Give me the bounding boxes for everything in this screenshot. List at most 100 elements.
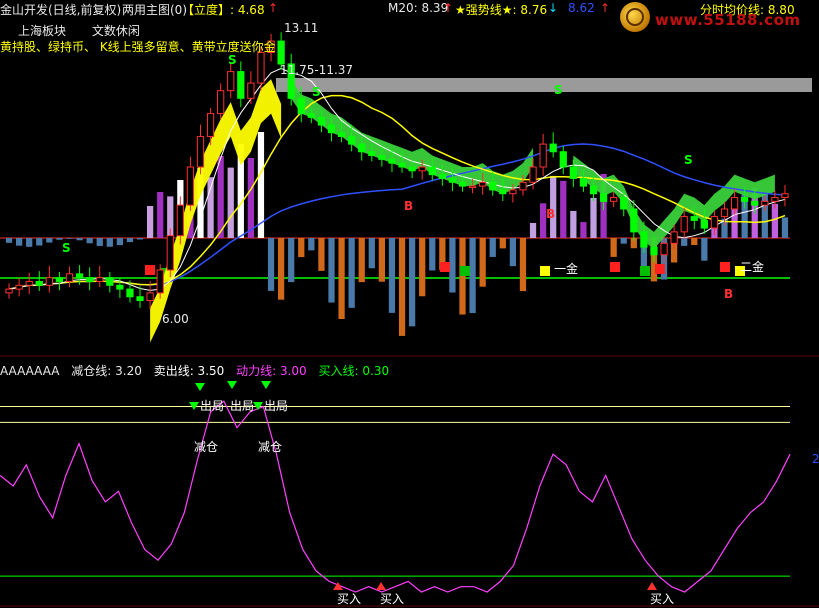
candle-body — [458, 181, 467, 187]
brand-logo-ring — [626, 8, 644, 26]
candle-body — [438, 174, 446, 179]
signal-block — [610, 262, 620, 272]
candle-body — [388, 158, 396, 164]
candle-body — [25, 280, 33, 286]
signal-block — [145, 265, 155, 275]
candle-body — [86, 277, 94, 282]
buy-line-value: 买入线: 0.30 — [318, 364, 390, 378]
histogram-bar — [157, 192, 164, 238]
histogram-bar — [338, 238, 345, 319]
candle-body — [75, 273, 84, 279]
chart-title: 金山开发(日线,前复权) — [0, 3, 122, 17]
histogram-bar — [318, 238, 325, 271]
candle-body — [700, 219, 708, 229]
candle-body — [378, 155, 386, 160]
legend-sector: 上海板块 — [18, 24, 67, 38]
histogram-bar — [5, 238, 13, 243]
candle-body — [418, 166, 426, 172]
histogram-bar — [408, 238, 416, 327]
histogram-bar — [449, 238, 456, 293]
candle-body — [227, 71, 235, 92]
one-gold-label: 一金 — [554, 262, 579, 276]
price-high-label: 13.11 — [284, 21, 319, 35]
candle-body — [640, 231, 648, 248]
candle-body — [257, 52, 265, 84]
buy-marker: B — [724, 287, 733, 301]
buy-marker: B — [404, 199, 413, 213]
candle-body — [35, 280, 43, 286]
candle-body — [539, 143, 547, 168]
candle-body — [358, 143, 366, 153]
candle-body — [196, 135, 205, 168]
candle-body — [559, 151, 567, 168]
candle-body — [106, 277, 114, 286]
histogram-bar — [146, 206, 154, 238]
candle-body — [569, 166, 577, 179]
candle-body — [428, 166, 436, 176]
candle-body — [237, 71, 245, 99]
lower-panel-header: AAAAAAA 减仓线: 3.20 卖出线: 3.50 动力线: 3.00 买入… — [0, 362, 397, 379]
resistance-zone — [276, 78, 812, 92]
legend-row-1: 上海板块 文数休闲 — [18, 22, 162, 39]
candle-body — [509, 189, 517, 195]
up-arrow-icon: ↑ — [443, 1, 454, 15]
histogram-bar — [26, 238, 33, 247]
indicator-value: 【立度】: 4.68 — [182, 3, 265, 17]
candle-body — [610, 197, 618, 202]
histogram-bar — [570, 210, 577, 238]
sell-marker: S — [228, 53, 237, 67]
histogram-bar — [358, 238, 365, 283]
website-watermark: www.55188.com — [655, 11, 801, 29]
candle-body — [65, 273, 74, 282]
candle-body — [217, 90, 225, 115]
sell-line-value: 卖出线: 3.50 — [153, 364, 225, 378]
candle-body — [660, 242, 668, 256]
histogram-bar — [610, 238, 617, 257]
candle-body — [45, 277, 53, 286]
candle-body — [579, 177, 588, 187]
signal-block — [540, 266, 550, 276]
histogram-bar — [580, 222, 587, 238]
candle-body — [146, 292, 154, 302]
price-zone-label: 11.75-11.37 — [280, 63, 354, 77]
sell-marker: S — [62, 241, 71, 255]
candle-body — [781, 193, 789, 199]
candle-body — [15, 284, 23, 290]
histogram-bar — [368, 238, 375, 269]
signal-block — [440, 262, 450, 272]
candle-body — [468, 185, 477, 189]
out-label-1: 出局 — [200, 399, 225, 413]
candle-body — [529, 166, 537, 183]
candle-body — [55, 277, 64, 282]
histogram-bar — [116, 238, 124, 246]
histogram-bar — [46, 238, 53, 243]
candle-body — [620, 197, 628, 210]
candle-body — [186, 166, 195, 206]
price-low-label: 6.00 — [162, 312, 189, 326]
up-arrow-icon: ↑ — [268, 1, 279, 15]
candle-body — [297, 97, 305, 115]
histogram-bar — [459, 238, 466, 315]
chart-window: S S S S S B B B 金山开发(日线,前复权) 两用主图(0) 【立度】: 4.68… — [0, 0, 819, 608]
signal-block — [720, 262, 730, 272]
histogram-bar — [479, 238, 486, 287]
reduce-label-2: 减仓 — [258, 440, 283, 454]
candle-body — [206, 113, 215, 137]
candle-body — [751, 200, 759, 206]
candle-body — [96, 277, 104, 282]
histogram-bar — [429, 238, 436, 271]
ma-short-line — [8, 67, 786, 291]
histogram-bar — [288, 238, 295, 283]
histogram-bar — [247, 158, 255, 238]
histogram-bar — [771, 203, 779, 238]
up-arrow-icon — [647, 582, 657, 590]
main-chart-name[interactable]: 两用主图(0) — [122, 1, 187, 18]
histogram-bar — [590, 197, 597, 238]
buy-label-3: 买入 — [650, 592, 675, 606]
histogram-bar — [298, 238, 305, 258]
histogram-bar — [529, 222, 537, 238]
lower-indicator-name: AAAAAAA — [0, 364, 60, 378]
signal-block — [460, 266, 470, 276]
chart-canvas[interactable]: S S S S S B B B — [0, 0, 819, 608]
histogram-bar — [701, 238, 708, 261]
